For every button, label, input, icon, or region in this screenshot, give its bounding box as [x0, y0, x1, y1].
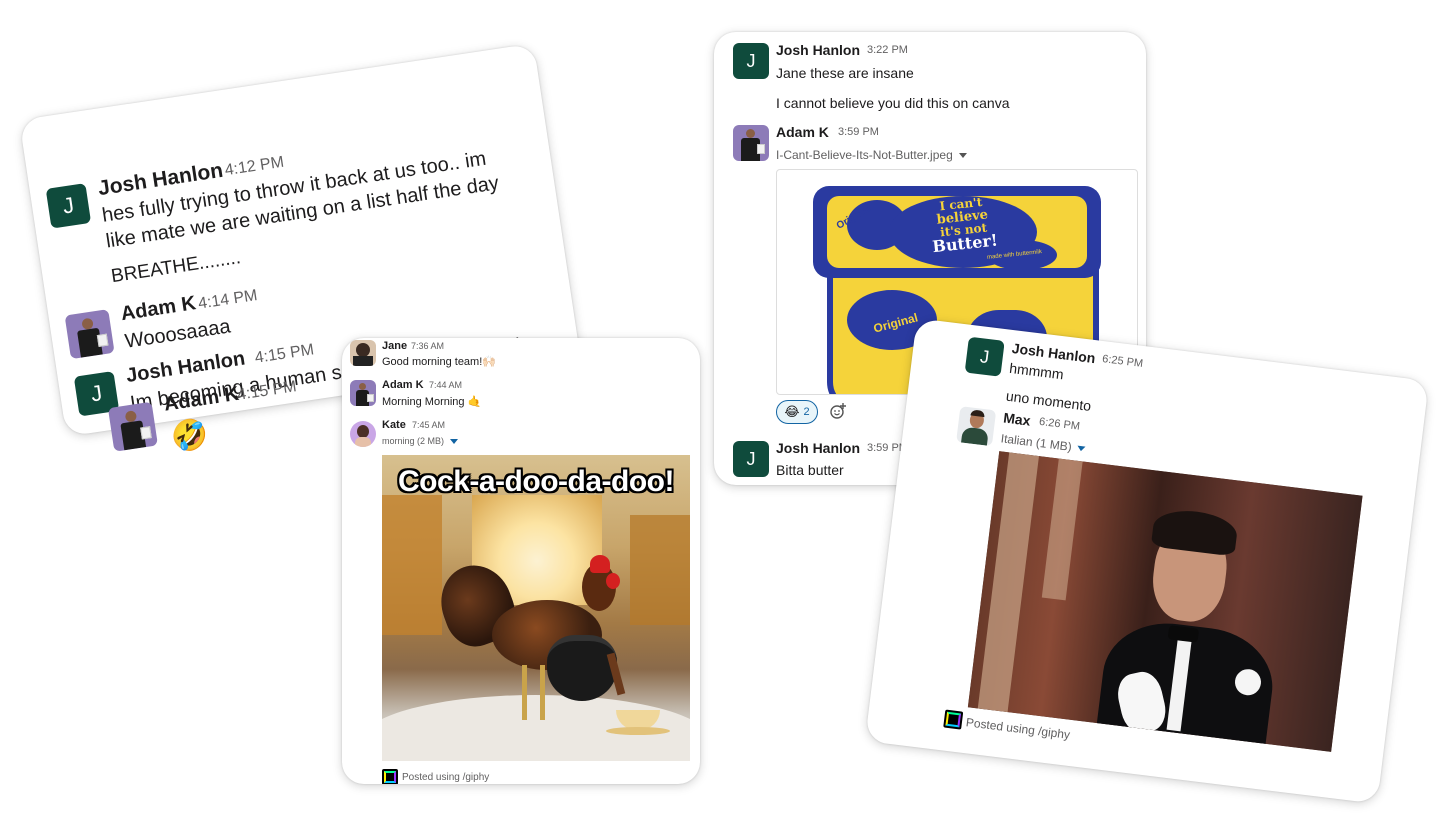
message-time[interactable]: 4:15 PM: [236, 378, 298, 405]
message-time[interactable]: 3:22 PM: [867, 44, 908, 56]
message-time[interactable]: 3:59 PM: [838, 126, 879, 138]
avatar-josh[interactable]: J: [45, 183, 92, 229]
avatar-adam[interactable]: [64, 309, 115, 360]
sender-name[interactable]: Adam K: [162, 383, 240, 417]
avatar-josh[interactable]: J: [733, 441, 769, 477]
giphy-icon: [943, 709, 964, 730]
reaction-pill[interactable]: 😂 2: [776, 400, 818, 424]
message-time[interactable]: 7:44 AM: [429, 380, 462, 390]
add-reaction-button[interactable]: [824, 400, 852, 422]
message-text: uno momento: [1005, 387, 1093, 414]
reaction-emoji: 🤣: [168, 416, 211, 456]
chat-card-uno-momento: J Josh Hanlon 6:25 PM hmmmm uno momento …: [864, 318, 1430, 804]
chevron-down-icon[interactable]: [958, 153, 967, 159]
message-time[interactable]: 7:36 AM: [411, 341, 444, 351]
posted-using-label: Posted using /giphy: [402, 772, 490, 783]
file-name-text: morning (2 MB): [382, 436, 445, 446]
message-text: Jane these are insane: [776, 65, 914, 81]
avatar-adam[interactable]: [107, 401, 158, 452]
rooster-gif[interactable]: Cock-a-doo-da-doo!: [382, 455, 690, 761]
avatar-jane[interactable]: [350, 340, 376, 366]
avatar-kate[interactable]: [350, 421, 376, 447]
message-time[interactable]: 6:25 PM: [1102, 353, 1144, 370]
file-name-text: Italian (1 MB): [1000, 431, 1073, 454]
giphy-icon: [382, 769, 398, 784]
sender-name[interactable]: Josh Hanlon: [776, 42, 860, 58]
file-name[interactable]: I-Cant-Believe-Its-Not-Butter.jpeg: [776, 148, 967, 162]
message-text: Morning Morning 🤙: [382, 396, 482, 408]
sender-name[interactable]: Adam K: [382, 379, 424, 391]
message-time[interactable]: 7:45 AM: [412, 420, 445, 430]
message-text: hmmmm: [1008, 359, 1065, 383]
reaction-emoji: 😂: [784, 404, 800, 419]
file-name[interactable]: morning (2 MB): [382, 436, 459, 446]
reaction-count: 2: [803, 406, 810, 418]
avatar-adam[interactable]: [350, 380, 376, 406]
message-time[interactable]: 4:14 PM: [197, 287, 259, 314]
message-text: I cannot believe you did this on canva: [776, 95, 1010, 111]
sender-name[interactable]: Kate: [382, 419, 406, 431]
add-reaction-icon: [830, 403, 846, 419]
avatar-josh[interactable]: J: [733, 43, 769, 79]
message-time[interactable]: 4:12 PM: [224, 154, 286, 181]
italian-gif[interactable]: [967, 451, 1363, 752]
avatar-max[interactable]: [956, 406, 997, 447]
sender-name[interactable]: Jane: [382, 340, 407, 352]
avatar-josh[interactable]: J: [964, 336, 1005, 377]
chevron-down-icon[interactable]: [450, 439, 459, 445]
message-text: Good morning team!🙌🏻: [382, 356, 496, 368]
chat-card-morning: Jane 7:36 AM Good morning team!🙌🏻 Adam K…: [342, 338, 700, 784]
gif-caption: Cock-a-doo-da-doo!: [398, 465, 674, 498]
chevron-down-icon[interactable]: [1077, 446, 1086, 452]
avatar-adam[interactable]: [733, 125, 769, 161]
sender-name[interactable]: Max: [1002, 409, 1031, 428]
posted-using-label: Posted using /giphy: [965, 715, 1071, 742]
message-text: BREATHE........: [109, 247, 243, 288]
file-name-text: I-Cant-Believe-Its-Not-Butter.jpeg: [776, 148, 953, 162]
sender-name[interactable]: Adam K: [776, 124, 829, 140]
message-text: Bitta butter: [776, 462, 844, 478]
message-time[interactable]: 6:26 PM: [1038, 416, 1080, 433]
sender-name[interactable]: Josh Hanlon: [776, 440, 860, 456]
